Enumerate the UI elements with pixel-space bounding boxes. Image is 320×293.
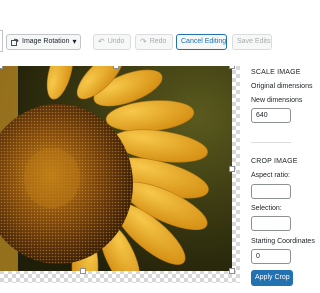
cancel-editing-button[interactable]: Cancel Editing [176, 34, 227, 50]
image-rotation-dropdown[interactable]: Image Rotation ▾ [6, 34, 81, 50]
selection-label: Selection: [251, 205, 282, 212]
section-divider [251, 142, 291, 143]
redo-icon: ↷ [140, 37, 147, 46]
sunflower-image [0, 66, 232, 271]
image-settings-sidebar: SCALE IMAGE Original dimensions New dime… [247, 60, 315, 293]
crop-handle-right[interactable] [229, 166, 235, 172]
toolbar-edge-tab[interactable] [0, 30, 3, 52]
undo-label: Undo [107, 38, 125, 45]
crop-handle-top[interactable] [113, 66, 119, 69]
cancel-editing-label: Cancel Editing [181, 38, 227, 45]
editor-toolbar: Image Rotation ▾ ↶ Undo ↷ Redo Cancel Ed… [0, 0, 293, 60]
save-edits-button[interactable]: Save Edits [232, 34, 272, 50]
redo-button[interactable]: ↷ Redo [135, 34, 173, 50]
new-width-input[interactable]: 640 [251, 108, 291, 123]
image-canvas[interactable] [0, 66, 240, 283]
apply-crop-button[interactable]: Apply Crop [251, 270, 293, 286]
starting-coordinates-label: Starting Coordinates [251, 238, 315, 245]
undo-icon: ↶ [98, 37, 105, 46]
starting-x-input[interactable]: 0 [251, 249, 291, 264]
crop-handle-bottom[interactable] [80, 268, 86, 274]
redo-label: Redo [149, 38, 167, 45]
crop-handle-top-right[interactable] [229, 66, 235, 69]
image-rotation-label: Image Rotation [22, 38, 70, 45]
chevron-down-icon: ▾ [72, 37, 77, 46]
undo-button[interactable]: ↶ Undo [93, 34, 131, 50]
new-dimensions-label: New dimensions [251, 97, 303, 104]
scale-image-heading: SCALE IMAGE [251, 69, 301, 76]
rotate-icon [11, 38, 19, 46]
crop-image-heading: CROP IMAGE [251, 158, 298, 165]
save-edits-label: Save Edits [237, 38, 271, 45]
aspect-ratio-label: Aspect ratio: [251, 172, 290, 179]
crop-handle-top-left[interactable] [0, 66, 3, 69]
selection-input[interactable] [251, 216, 291, 231]
aspect-ratio-input[interactable] [251, 184, 291, 199]
original-dimensions-label: Original dimensions [251, 83, 313, 90]
crop-handle-bottom-right[interactable] [229, 268, 235, 274]
